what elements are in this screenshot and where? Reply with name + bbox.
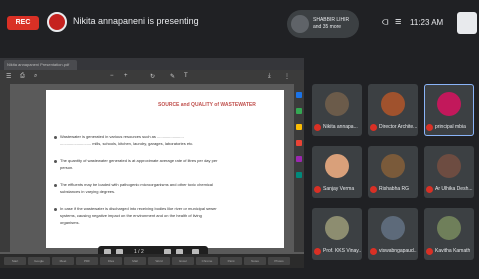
participant-name: viswabngapaud...	[379, 248, 417, 254]
participant-avatar	[437, 154, 461, 178]
recording-badge: REC	[7, 16, 39, 30]
mic-muted-icon	[314, 186, 321, 193]
participant-avatar	[437, 92, 461, 116]
taskbar-item[interactable]: Meet	[52, 257, 74, 265]
pdf-text-line: systems, causing negative impact on the …	[60, 213, 202, 218]
participant-tile[interactable]: Nikita annapa...	[312, 84, 362, 136]
mic-muted-icon	[426, 186, 433, 193]
taskbar-item[interactable]: Notes	[244, 257, 266, 265]
search-icon[interactable]: ⌕	[34, 73, 37, 80]
download-icon[interactable]: ⤓	[268, 73, 271, 80]
draw-icon[interactable]: ✎	[170, 73, 175, 80]
browser-tab[interactable]: Nikita annapaneni Presentation.pdf	[4, 60, 77, 70]
participant-name: Kavitha Kamath	[435, 248, 471, 254]
participant-name: Director Archite...	[379, 124, 417, 130]
side-tool-icon[interactable]	[296, 140, 302, 146]
side-tool-icon[interactable]	[296, 92, 302, 98]
taskbar-item[interactable]: Excel	[172, 257, 194, 265]
side-tool-icon[interactable]	[296, 156, 302, 162]
taskbar-item[interactable]: PDF	[76, 257, 98, 265]
taskbar-item[interactable]: Paint	[220, 257, 242, 265]
taskbar-item[interactable]: Start	[4, 257, 26, 265]
taskbar-item[interactable]: Photos	[268, 257, 290, 265]
side-tool-icon[interactable]	[296, 172, 302, 178]
participant-tile[interactable]: Sanjay Verma	[312, 146, 362, 198]
pdf-heading: SOURCE and QUALITY of WASTEWATER	[158, 102, 256, 108]
participant-tile[interactable]: viswabngapaud...	[368, 208, 418, 260]
taskbar-item[interactable]: Word	[148, 257, 170, 265]
menu-icon[interactable]: ☰	[6, 73, 11, 80]
participant-tile[interactable]: Ar Ulhika Desh...	[424, 146, 474, 198]
pdf-text-line: person.	[60, 165, 74, 170]
pdf-text-line: In case if the wastewater is discharged …	[60, 206, 217, 211]
side-tool-icon[interactable]	[296, 108, 302, 114]
print-icon[interactable]: ⎙	[20, 73, 25, 80]
taskbar-item[interactable]: Chrome	[196, 257, 218, 265]
menu-icon[interactable]: ≡	[395, 16, 401, 28]
participant-name: Prof. KKS Vinay...	[323, 248, 361, 254]
side-toolbar-strip	[294, 84, 304, 252]
participant-avatar	[325, 92, 349, 116]
participant-name: principal mbia	[435, 124, 466, 130]
more-icon[interactable]: ⋮	[284, 73, 290, 80]
pdf-text-line: Wastewater is generated in various resou…	[60, 134, 184, 139]
clock-time: 11:23 AM	[410, 18, 444, 27]
pdf-page: SOURCE and QUALITY of WASTEWATER Wastewa…	[46, 90, 284, 248]
taskbar-item[interactable]: Mail	[124, 257, 146, 265]
participant-name: Ar Ulhika Desh...	[435, 186, 473, 192]
mic-muted-icon	[370, 186, 377, 193]
side-tool-icon[interactable]	[296, 124, 302, 130]
rotate-icon[interactable]: ↻	[150, 73, 155, 80]
bullet-dot	[54, 160, 57, 163]
windows-taskbar: Start Google Meet PDF Files Mail Word Ex…	[0, 254, 304, 268]
participant-name: Sanjay Verma	[323, 186, 355, 192]
participant-avatar	[325, 154, 349, 178]
mic-muted-icon	[314, 124, 321, 131]
taskbar-item[interactable]: Google	[28, 257, 50, 265]
participant-tile[interactable]: Prof. KKS Vinay...	[312, 208, 362, 260]
pdf-text-line: substances in varying degrees.	[60, 189, 116, 194]
pdf-thumbnail-sidebar	[0, 84, 10, 252]
text-icon[interactable]: T	[184, 73, 188, 79]
participant-avatar	[437, 216, 461, 240]
mic-muted-icon	[426, 124, 433, 131]
participant-tile[interactable]: principal mbia	[424, 84, 474, 136]
pdf-text-line: organisms.	[60, 220, 80, 225]
zoom-in-icon[interactable]: +	[124, 73, 128, 79]
mic-muted-icon	[370, 248, 377, 255]
participant-tile[interactable]: Kavitha Kamath	[424, 208, 474, 260]
participant-avatar	[381, 216, 405, 240]
participant-avatar	[381, 92, 405, 116]
taskbar-item[interactable]: Files	[100, 257, 122, 265]
presenter-status-text: Nikita annapaneni is presenting	[73, 16, 199, 26]
mic-muted-icon	[314, 248, 321, 255]
participant-tile[interactable]: Director Archite...	[368, 84, 418, 136]
mic-muted-icon	[426, 248, 433, 255]
bullet-dot	[54, 184, 57, 187]
pdf-text-line: ............................ mills, scho…	[60, 141, 194, 146]
zoom-out-icon[interactable]: −	[110, 73, 114, 79]
meeting-top-bar: REC Nikita annapaneni is presenting SHAB…	[0, 0, 479, 50]
participant-avatar	[325, 216, 349, 240]
shared-screen: Nikita annapaneni Presentation.pdf ☰ ⎙ ⌕…	[0, 58, 304, 268]
layout-icon[interactable]: ⫏	[382, 16, 388, 29]
participants-pill-text: SHABBIR LIHIR and 35 more	[313, 17, 350, 30]
participants-pill[interactable]: SHABBIR LIHIR and 35 more	[287, 10, 359, 38]
self-view-avatar[interactable]	[457, 12, 477, 34]
bullet-dot	[54, 208, 57, 211]
pdf-text-line: The effluents may be loaded with pathoge…	[60, 182, 213, 187]
pdf-toolbar: ☰ ⎙ ⌕ − + ↻ ✎ T ⤓ ⋮	[0, 70, 304, 84]
bullet-dot	[54, 136, 57, 139]
mic-muted-icon	[370, 124, 377, 131]
participant-avatar	[381, 154, 405, 178]
presenter-avatar	[47, 12, 67, 32]
participant-tile[interactable]: Rishabha RG	[368, 146, 418, 198]
pdf-text-line: The quantity of wastewater generated is …	[60, 158, 218, 163]
browser-tab-bar: Nikita annapaneni Presentation.pdf	[0, 58, 304, 70]
participant-pill-avatar	[291, 15, 309, 33]
participant-name: Nikita annapa...	[323, 124, 358, 130]
participant-name: Rishabha RG	[379, 186, 410, 192]
